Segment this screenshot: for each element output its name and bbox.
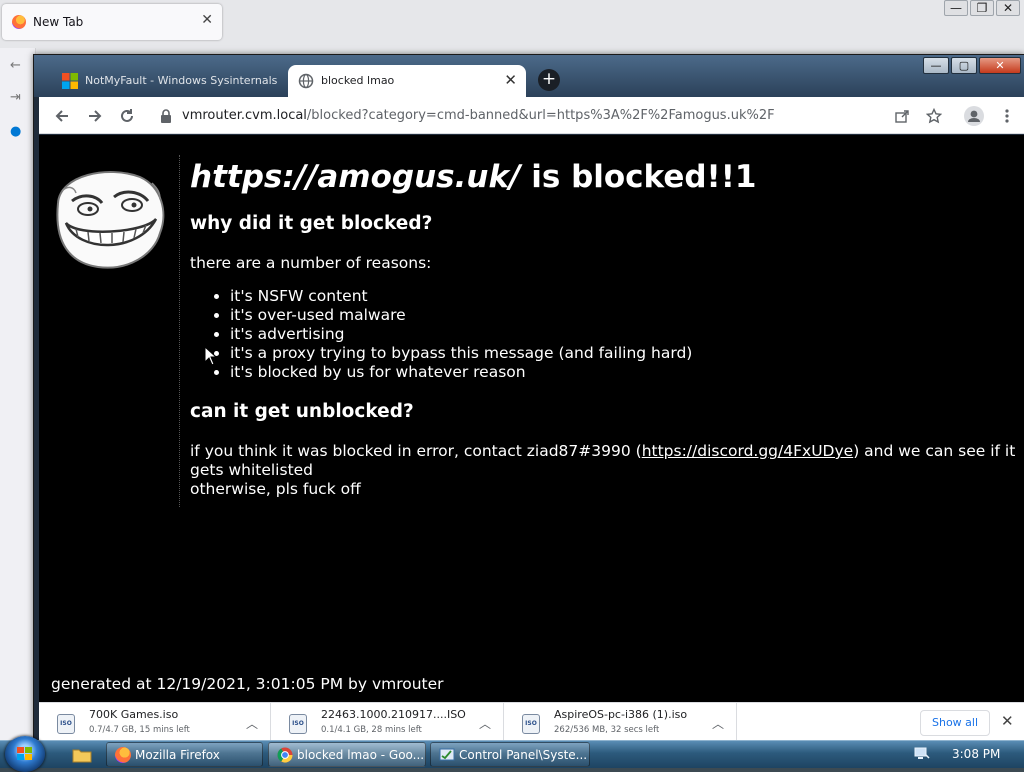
why-heading: why did it get blocked? xyxy=(190,213,433,234)
iso-file-icon: ISO xyxy=(57,714,75,734)
list-item: it's over-used malware xyxy=(230,306,1020,325)
minimize-button[interactable]: — xyxy=(944,0,968,16)
blocked-url: https://amogus.uk/ xyxy=(190,159,521,195)
reload-button[interactable] xyxy=(117,106,137,126)
close-icon[interactable]: ✕ xyxy=(504,71,517,89)
taskbar: Mozilla Firefox blocked lmao - Goo... Co… xyxy=(0,736,1024,772)
blocked-suffix: is blocked!!1 xyxy=(520,159,757,195)
address-bar[interactable]: vmrouter.cvm.local/blocked?category=cmd-… xyxy=(182,108,775,123)
taskbar-item-chrome[interactable]: blocked lmao - Goo... xyxy=(268,742,426,767)
chrome-icon xyxy=(277,747,293,763)
show-all-button[interactable]: Show all xyxy=(920,710,990,736)
download-status: 0.7/4.7 GB, 15 mins left xyxy=(89,725,190,735)
reasons-intro: there are a number of reasons: xyxy=(190,254,432,272)
restore-button[interactable]: ❐ xyxy=(970,0,994,16)
firefox-tab-new-tab[interactable]: New Tab ✕ xyxy=(2,4,222,40)
tab-title: NotMyFault - Windows Sysinternals xyxy=(85,74,278,87)
forward-arrow-icon xyxy=(89,110,102,122)
download-filename: 22463.1000.210917....ISO xyxy=(321,708,466,721)
explorer-taskbar-button[interactable] xyxy=(68,742,96,767)
list-item: it's a proxy trying to bypass this messa… xyxy=(230,344,1020,363)
trollface-image xyxy=(56,171,165,269)
windows-logo-icon xyxy=(17,747,32,760)
taskbar-item-firefox[interactable]: Mozilla Firefox xyxy=(106,742,263,767)
share-icon[interactable] xyxy=(892,106,912,126)
folder-icon xyxy=(72,749,92,763)
taskbar-item-label: blocked lmao - Goo... xyxy=(297,748,425,762)
network-icon[interactable] xyxy=(914,747,930,761)
reasons-list: it's NSFW content it's over-used malware… xyxy=(190,287,1020,382)
discord-link[interactable]: https://discord.gg/4FxUDye xyxy=(642,442,854,460)
sign-in-icon[interactable]: ⇥ xyxy=(10,90,21,105)
lock-icon[interactable] xyxy=(160,109,172,123)
firefox-icon xyxy=(12,15,26,29)
blocked-page-content: https://amogus.uk/ is blocked!!1 why did… xyxy=(39,135,1024,702)
firefox-sidebar: ← ⇥ ● xyxy=(0,48,36,740)
download-status: 262/536 MB, 32 secs left xyxy=(554,725,660,735)
list-item: it's NSFW content xyxy=(230,287,1020,306)
list-item: it's blocked by us for whatever reason xyxy=(230,363,1020,382)
chrome-window: NotMyFault - Windows Sysinternals blocke… xyxy=(33,54,1024,743)
mouse-cursor-icon xyxy=(204,346,218,366)
minimize-button[interactable]: — xyxy=(923,57,949,74)
taskbar-item-label: Control Panel\Syste... xyxy=(459,748,588,762)
firefox-icon xyxy=(115,747,131,763)
page-title: https://amogus.uk/ is blocked!!1 xyxy=(190,157,1020,197)
url-host: vmrouter.cvm.local xyxy=(182,108,307,123)
profile-avatar-icon[interactable] xyxy=(964,106,984,126)
start-button[interactable] xyxy=(5,736,45,772)
url-path: /blocked?category=cmd-banned&url=https%3… xyxy=(306,108,775,123)
download-item[interactable]: ISO 22463.1000.210917....ISO 0.1/4.1 GB,… xyxy=(271,703,504,743)
download-filename: AspireOS-pc-i386 (1).iso xyxy=(554,708,688,721)
downloads-bar: ISO 700K Games.iso 0.7/4.7 GB, 15 mins l… xyxy=(39,702,1024,743)
chrome-toolbar: vmrouter.cvm.local/blocked?category=cmd-… xyxy=(39,97,1024,134)
list-item: it's advertising xyxy=(230,325,1020,344)
chevron-up-icon[interactable]: ︿ xyxy=(712,715,724,732)
chevron-up-icon[interactable]: ︿ xyxy=(479,715,491,732)
message-body: https://amogus.uk/ is blocked!!1 why did… xyxy=(190,157,1020,499)
unblock-text: otherwise, pls fuck off xyxy=(190,480,361,498)
bookmark-star-icon[interactable] xyxy=(924,106,944,126)
back-arrow-icon xyxy=(55,110,68,122)
chrome-titlebar: NotMyFault - Windows Sysinternals blocke… xyxy=(34,55,1024,97)
maximize-button[interactable]: ▢ xyxy=(951,57,977,74)
unblock-paragraph: if you think it was blocked in error, co… xyxy=(190,442,1020,499)
tab-blocked[interactable]: blocked lmao ✕ xyxy=(288,65,526,97)
download-item[interactable]: ISO AspireOS-pc-i386 (1).iso 262/536 MB,… xyxy=(504,703,737,743)
taskbar-item-control-panel[interactable]: Control Panel\Syste... xyxy=(430,742,590,767)
generated-footer: generated at 12/19/2021, 3:01:05 PM by v… xyxy=(51,675,444,693)
download-status: 0.1/4.1 GB, 28 mins left xyxy=(321,725,422,735)
firefox-tab-title: New Tab xyxy=(33,15,84,29)
menu-dots-icon[interactable] xyxy=(997,106,1017,126)
unblock-heading: can it get unblocked? xyxy=(190,401,414,422)
close-button[interactable]: ✕ xyxy=(979,57,1021,74)
content-divider xyxy=(179,155,180,507)
iso-file-icon: ISO xyxy=(522,714,540,734)
taskbar-clock[interactable]: 3:08 PM xyxy=(952,747,1000,761)
microsoft-logo-icon xyxy=(62,73,78,89)
back-icon[interactable]: ← xyxy=(10,58,21,73)
taskbar-item-label: Mozilla Firefox xyxy=(135,748,220,762)
forward-button[interactable] xyxy=(85,106,105,126)
close-button[interactable]: ✕ xyxy=(996,0,1020,16)
firefox-caption-buttons: — ❐ ✕ xyxy=(944,0,1020,16)
control-panel-icon xyxy=(439,748,455,761)
close-icon[interactable]: ✕ xyxy=(201,12,213,28)
unblock-text: if you think it was blocked in error, co… xyxy=(190,442,642,460)
globe-icon xyxy=(298,73,314,89)
close-icon[interactable]: ✕ xyxy=(1001,712,1014,730)
tab-notmyfault[interactable]: NotMyFault - Windows Sysinternals xyxy=(52,65,284,97)
new-tab-button[interactable]: + xyxy=(538,69,560,91)
reload-icon xyxy=(121,109,133,122)
iso-file-icon: ISO xyxy=(289,714,307,734)
chrome-caption-buttons: — ▢ ✕ xyxy=(923,57,1021,74)
download-item[interactable]: ISO 700K Games.iso 0.7/4.7 GB, 15 mins l… xyxy=(39,703,271,743)
download-filename: 700K Games.iso xyxy=(89,708,179,721)
tab-title: blocked lmao xyxy=(321,74,395,87)
chevron-up-icon[interactable]: ︿ xyxy=(246,715,258,732)
info-icon[interactable]: ● xyxy=(10,124,21,139)
back-button[interactable] xyxy=(52,106,72,126)
